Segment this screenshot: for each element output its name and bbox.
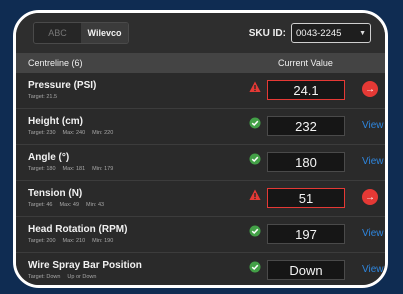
sku-label: SKU ID: [248, 27, 286, 39]
row-limits: Target: Down Up or Down [28, 274, 103, 280]
table-row: Pressure (PSI) Target: 21.5 24.1 → [16, 73, 385, 109]
check-circle-icon [249, 261, 261, 273]
row-name: Height (cm) [28, 116, 83, 127]
row-limit-text: Target: 46 [28, 202, 53, 208]
row-limit-text: Up or Down [67, 274, 97, 280]
view-link[interactable]: View [362, 156, 384, 167]
current-value-field[interactable]: 51 [267, 188, 345, 208]
view-link[interactable]: View [362, 228, 384, 239]
row-limits: Target: 180 Max: 181 Min: 179 [28, 166, 120, 172]
warning-icon [249, 189, 261, 200]
current-value-field[interactable]: 24.1 [267, 80, 345, 100]
tablet-screen: ABC Wilevco SKU ID: 0043-2245 ▼ Centreli… [13, 10, 388, 288]
arrow-right-icon[interactable]: → [362, 189, 378, 205]
row-name: Head Rotation (RPM) [28, 224, 128, 235]
sku-dropdown[interactable]: 0043-2245 ▼ [291, 23, 371, 43]
current-value-field[interactable]: Down [267, 260, 345, 280]
table-header: Centreline (6) Current Value [16, 53, 385, 73]
segment-abc[interactable]: ABC [34, 23, 81, 43]
check-circle-icon [249, 225, 261, 237]
table-row: Head Rotation (RPM) Target: 200 Max: 210 Mi… [16, 217, 385, 253]
row-limit-text: Min: 43 [86, 202, 105, 208]
table-row: Height (cm) Target: 230 Max: 240 Min: 220 23… [16, 109, 385, 145]
row-limit-text: Target: Down [28, 274, 61, 280]
row-limit-text: Max: 49 [59, 202, 80, 208]
row-limit-text: Target: 230 [28, 130, 56, 136]
row-limits: Target: 200 Max: 210 Min: 190 [28, 238, 120, 244]
row-name: Tension (N) [28, 188, 83, 199]
row-limit-text: Min: 190 [92, 238, 114, 244]
arrow-right-icon[interactable]: → [362, 81, 378, 97]
row-name: Angle (°) [28, 152, 70, 163]
row-limit-text: Max: 240 [62, 130, 86, 136]
table-row: Wire Spray Bar Position Target: Down Up or… [16, 253, 385, 285]
current-value-field[interactable]: 197 [267, 224, 345, 244]
column-centreline: Centreline (6) [28, 58, 83, 68]
row-limit-text: Min: 179 [92, 166, 114, 172]
sku-selector: SKU ID: 0043-2245 ▼ [249, 23, 371, 43]
row-limit-text: Min: 220 [92, 130, 114, 136]
row-name: Wire Spray Bar Position [28, 260, 142, 271]
row-name: Pressure (PSI) [28, 80, 97, 91]
row-limits: Target: 46 Max: 49 Min: 43 [28, 202, 111, 208]
table-row: Tension (N) Target: 46 Max: 49 Min: 43 51 → [16, 181, 385, 217]
warning-icon [249, 81, 261, 92]
check-circle-icon [249, 117, 261, 129]
sku-value: 0043-2245 [296, 27, 342, 39]
top-bar: ABC Wilevco SKU ID: 0043-2245 ▼ [16, 13, 385, 53]
row-limit-text: Target: 21.5 [28, 94, 58, 100]
centreline-list: Pressure (PSI) Target: 21.5 24.1 → Height (c… [16, 73, 385, 285]
row-limit-text: Target: 200 [28, 238, 56, 244]
row-limit-text: Max: 181 [62, 166, 86, 172]
row-limit-text: Target: 180 [28, 166, 56, 172]
column-current-value: Current Value [278, 58, 333, 68]
row-limit-text: Max: 210 [62, 238, 86, 244]
view-link[interactable]: View [362, 120, 384, 131]
row-limits: Target: 21.5 [28, 94, 64, 100]
row-limits: Target: 230 Max: 240 Min: 220 [28, 130, 120, 136]
current-value-field[interactable]: 232 [267, 116, 345, 136]
view-link[interactable]: View [362, 264, 384, 275]
chevron-down-icon: ▼ [359, 29, 366, 37]
segment-control[interactable]: ABC Wilevco [33, 22, 129, 44]
check-circle-icon [249, 153, 261, 165]
segment-wilevco[interactable]: Wilevco [81, 23, 128, 43]
table-row: Angle (°) Target: 180 Max: 181 Min: 179 180 V… [16, 145, 385, 181]
current-value-field[interactable]: 180 [267, 152, 345, 172]
